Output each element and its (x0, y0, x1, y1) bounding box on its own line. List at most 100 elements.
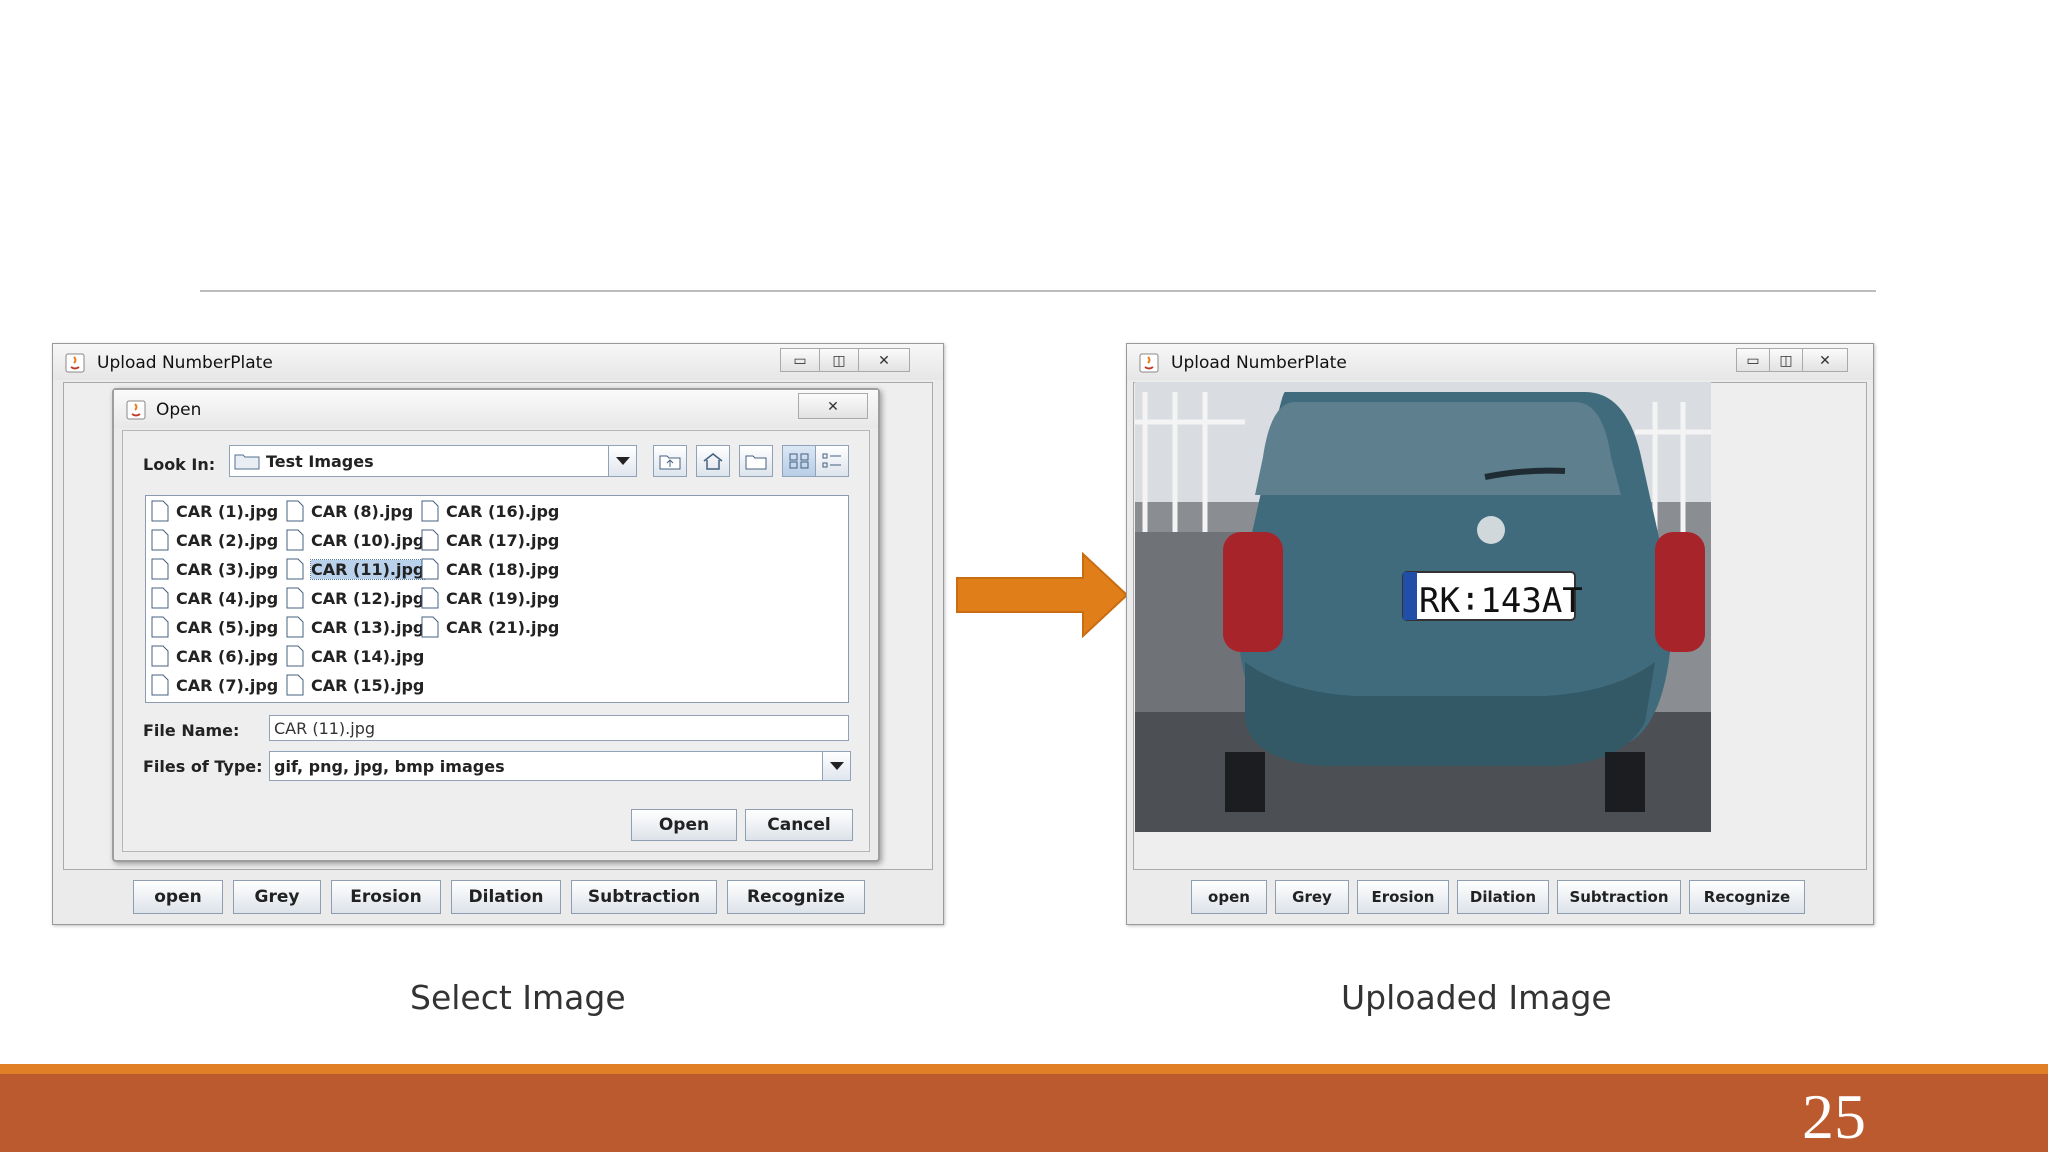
file-type-value: gif, png, jpg, bmp images (274, 756, 505, 776)
chevron-down-icon[interactable] (822, 752, 850, 780)
dialog-content: Look In: Test Images CAR (1).jpg CAR (2)… (122, 430, 870, 852)
chevron-down-icon[interactable] (608, 446, 636, 476)
maximize-icon: ◫ (832, 351, 846, 368)
file-item[interactable]: CAR (7).jpg (150, 672, 278, 698)
file-item[interactable]: CAR (21).jpg (420, 614, 559, 640)
open-file-dialog: Open ✕ Look In: Test Images CAR (1).jpg … (112, 388, 880, 862)
grey-button[interactable]: Grey (1275, 880, 1349, 914)
file-icon (421, 587, 439, 609)
file-list[interactable]: CAR (1).jpg CAR (2).jpg CAR (3).jpg CAR … (145, 495, 849, 703)
file-item[interactable]: CAR (19).jpg (420, 585, 559, 611)
file-item[interactable]: CAR (3).jpg (150, 556, 278, 582)
file-icon (151, 587, 169, 609)
home-icon (703, 453, 723, 470)
car-photo: RK∶143AT (1135, 382, 1711, 832)
file-icon (286, 616, 304, 638)
file-name: CAR (19).jpg (446, 588, 560, 608)
new-folder-icon (745, 455, 767, 470)
file-icon (286, 500, 304, 522)
file-name: CAR (6).jpg (176, 646, 279, 666)
file-name: CAR (10).jpg (311, 530, 425, 550)
file-item[interactable]: CAR (10).jpg (285, 527, 424, 553)
file-item[interactable]: CAR (2).jpg (150, 527, 278, 553)
footer-accent (0, 1064, 2048, 1074)
file-type-label: Files of Type: (143, 757, 263, 776)
open-button[interactable]: open (133, 880, 223, 914)
file-icon (421, 529, 439, 551)
minimize-button[interactable]: ▭ (780, 348, 820, 372)
details-view-button[interactable] (815, 445, 849, 477)
file-item[interactable]: CAR (12).jpg (285, 585, 424, 611)
file-icon (286, 674, 304, 696)
file-name: CAR (21).jpg (446, 617, 560, 637)
file-item[interactable]: CAR (6).jpg (150, 643, 278, 669)
file-type-combo[interactable]: gif, png, jpg, bmp images (269, 751, 851, 781)
java-app-icon (65, 353, 85, 373)
minimize-button[interactable]: ▭ (1736, 348, 1770, 372)
caption-select-image: Select Image (410, 978, 626, 1017)
file-icon (286, 587, 304, 609)
up-one-level-button[interactable] (653, 445, 687, 477)
file-name: CAR (4).jpg (176, 588, 279, 608)
close-icon: ✕ (827, 397, 839, 414)
folder-icon (234, 454, 260, 470)
slide-divider (200, 290, 1876, 292)
file-icon (151, 529, 169, 551)
maximize-button[interactable]: ◫ (1769, 348, 1803, 372)
subtraction-button[interactable]: Subtraction (1557, 880, 1681, 914)
file-icon (421, 500, 439, 522)
file-item-selected[interactable]: CAR (11).jpg (285, 556, 426, 582)
file-item[interactable]: CAR (1).jpg (150, 498, 278, 524)
recognize-button[interactable]: Recognize (727, 880, 865, 914)
minimize-icon: ▭ (1746, 351, 1760, 368)
new-folder-button[interactable] (739, 445, 773, 477)
file-name: CAR (13).jpg (311, 617, 425, 637)
maximize-button[interactable]: ◫ (819, 348, 859, 372)
file-item[interactable]: CAR (8).jpg (285, 498, 413, 524)
java-app-icon (1139, 353, 1159, 373)
maximize-icon: ◫ (1779, 351, 1793, 368)
list-view-button[interactable] (782, 445, 816, 477)
file-name: CAR (5).jpg (176, 617, 279, 637)
file-item[interactable]: CAR (5).jpg (150, 614, 278, 640)
file-item[interactable]: CAR (14).jpg (285, 643, 424, 669)
erosion-button[interactable]: Erosion (1357, 880, 1449, 914)
file-icon (151, 558, 169, 580)
erosion-button[interactable]: Erosion (331, 880, 441, 914)
file-item[interactable]: CAR (17).jpg (420, 527, 559, 553)
dialog-title-bar[interactable]: Open ✕ (114, 390, 878, 428)
close-icon: ✕ (878, 351, 890, 368)
grey-button[interactable]: Grey (233, 880, 321, 914)
java-app-icon (126, 400, 146, 420)
upload-window-right: Upload NumberPlate ▭ ◫ ✕ RK∶143AT open G… (1126, 343, 1874, 925)
close-button[interactable]: ✕ (858, 348, 910, 372)
file-icon (286, 558, 304, 580)
number-plate-text: RK∶143AT (1419, 581, 1583, 621)
dialog-close-button[interactable]: ✕ (798, 393, 868, 419)
page-number: 25 (1802, 1081, 1866, 1152)
file-icon (151, 500, 169, 522)
file-item[interactable]: CAR (16).jpg (420, 498, 559, 524)
caption-uploaded-image: Uploaded Image (1341, 978, 1612, 1017)
open-button[interactable]: open (1191, 880, 1267, 914)
home-button[interactable] (696, 445, 730, 477)
dialog-open-button[interactable]: Open (631, 809, 737, 841)
recognize-button[interactable]: Recognize (1689, 880, 1805, 914)
file-name-field[interactable]: CAR (11).jpg (269, 715, 849, 741)
file-name: CAR (16).jpg (446, 501, 560, 521)
file-item[interactable]: CAR (13).jpg (285, 614, 424, 640)
file-icon (151, 674, 169, 696)
file-item[interactable]: CAR (15).jpg (285, 672, 424, 698)
file-item[interactable]: CAR (4).jpg (150, 585, 278, 611)
look-in-combo[interactable]: Test Images (229, 445, 637, 477)
details-view-icon (822, 453, 841, 468)
close-button[interactable]: ✕ (1802, 348, 1848, 372)
file-item[interactable]: CAR (18).jpg (420, 556, 559, 582)
dilation-button[interactable]: Dilation (1457, 880, 1549, 914)
dilation-button[interactable]: Dilation (451, 880, 561, 914)
subtraction-button[interactable]: Subtraction (571, 880, 717, 914)
title-bar[interactable]: Upload NumberPlate ▭ ◫ ✕ (53, 344, 943, 380)
title-bar[interactable]: Upload NumberPlate ▭ ◫ ✕ (1127, 344, 1873, 380)
dialog-cancel-button[interactable]: Cancel (745, 809, 853, 841)
window-title: Upload NumberPlate (1171, 353, 1347, 373)
